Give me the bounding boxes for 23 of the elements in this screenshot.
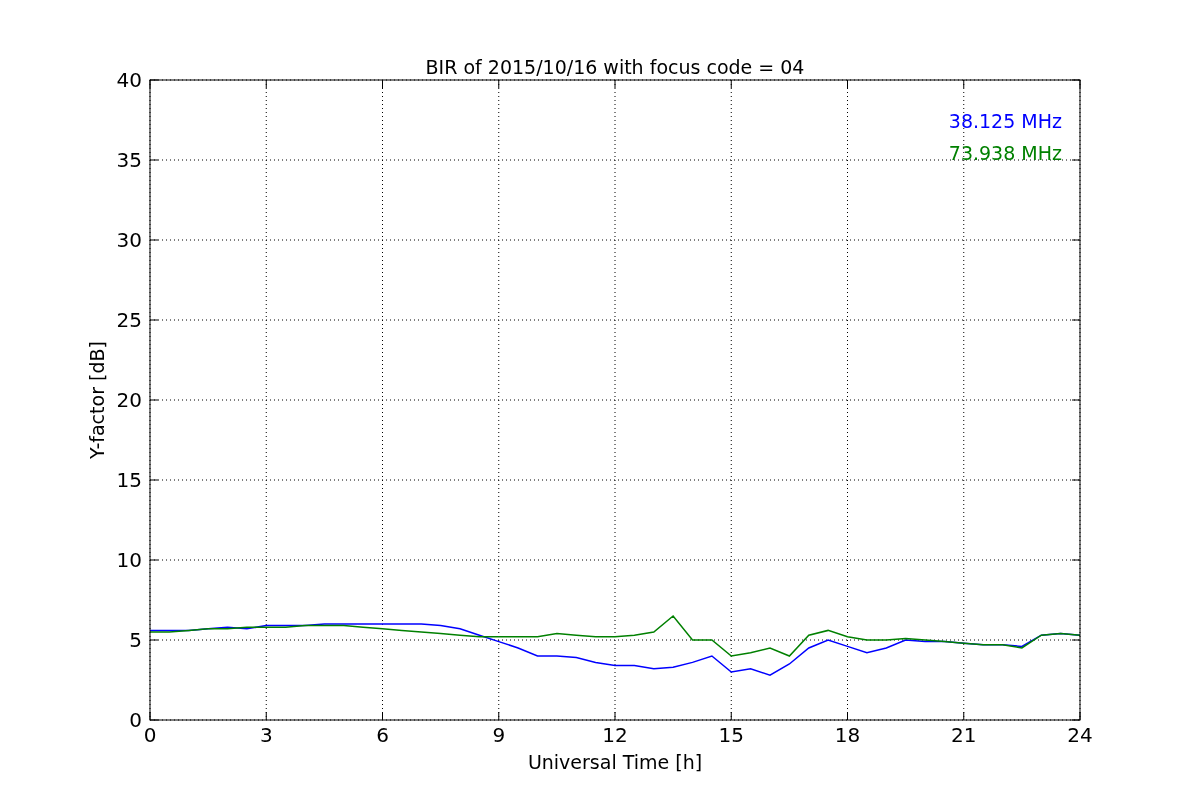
tick-label: 3 — [259, 723, 273, 747]
tick-label: 15 — [116, 468, 142, 492]
tick-label: 9 — [492, 723, 506, 747]
tick-label: 5 — [129, 628, 142, 652]
tick-label: 35 — [116, 148, 142, 172]
tick-label: 21 — [951, 723, 977, 747]
axis-label: Universal Time [h] — [527, 751, 703, 773]
tick-label: 10 — [116, 548, 142, 572]
tick-label: 15 — [718, 723, 744, 747]
legend-text: 73.938 MHz — [948, 142, 1062, 164]
tick-label: 0 — [129, 708, 142, 732]
axis-label: Y-factor [dB] — [86, 341, 108, 459]
tick-label: 30 — [116, 228, 142, 252]
tick-label: 20 — [116, 388, 142, 412]
tick-label: 0 — [143, 723, 157, 747]
tick-label: 25 — [116, 308, 142, 332]
tick-label: 24 — [1067, 723, 1093, 747]
tick-label: 12 — [602, 723, 628, 747]
tick-label: 18 — [834, 723, 861, 747]
tick-label: 40 — [116, 68, 142, 92]
legend-text: 38.125 MHz — [948, 110, 1062, 132]
tick-label: 6 — [376, 723, 389, 747]
chart-title: BIR of 2015/10/16 with focus code = 04 — [425, 56, 805, 78]
